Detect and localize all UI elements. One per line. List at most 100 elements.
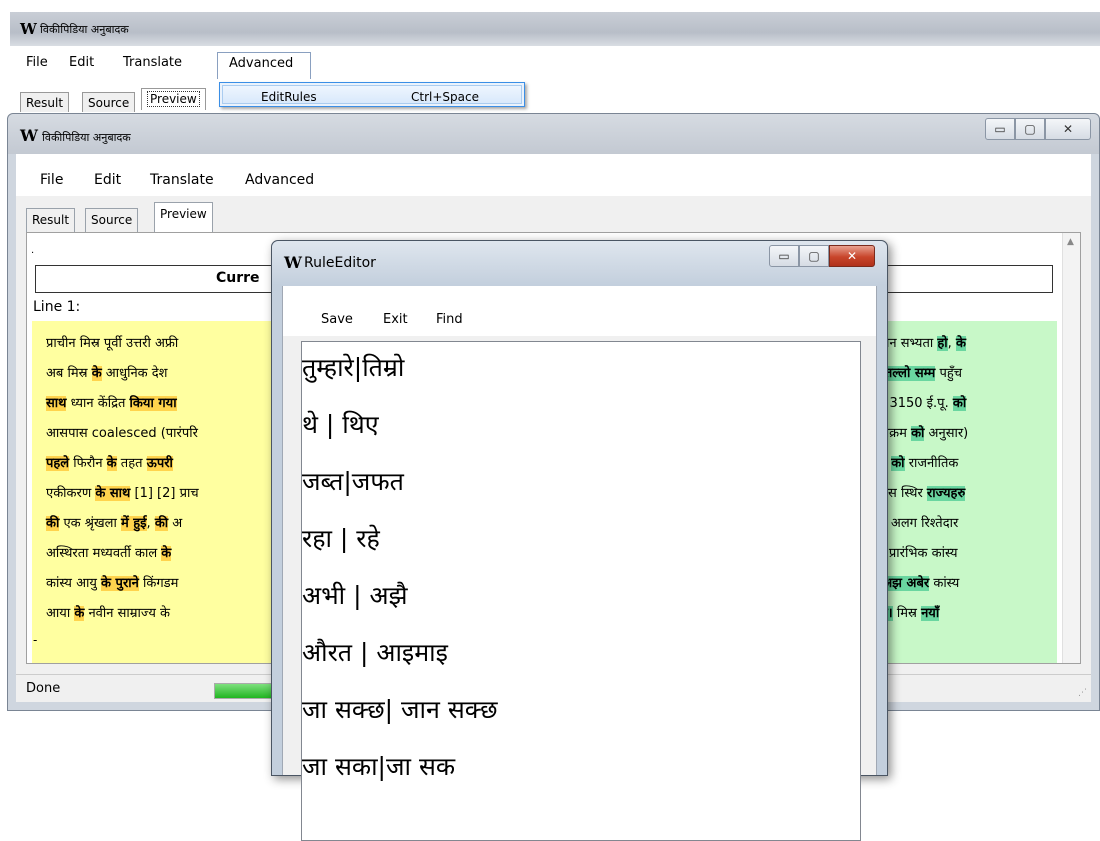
rule-line: रहा | रहे [302, 524, 380, 553]
text-line: साथ ध्यान केंद्रित किया गया [46, 393, 177, 411]
rule-line: जब्त|जफत [302, 467, 404, 496]
highlighted-word: के पुराने [101, 576, 139, 591]
scroll-up-icon[interactable]: ▲ [1067, 237, 1074, 247]
highlighted-word: किया गया [129, 396, 177, 411]
highlighted-word: के [161, 546, 172, 561]
caption-buttons: ▭ ▢ ✕ [769, 245, 875, 267]
text-fragment: अब मिस्र [46, 366, 92, 381]
close-icon[interactable]: ✕ [1045, 118, 1091, 140]
preview-dash: - [33, 633, 38, 647]
preview-dot: . [31, 245, 35, 256]
close-icon[interactable]: ✕ [829, 245, 875, 267]
highlighted-word: की [154, 516, 169, 531]
menu-advanced-open[interactable]: Advanced [217, 52, 311, 79]
highlighted-word: ऊपरी [146, 456, 173, 471]
status-text: Done [26, 681, 61, 696]
tab-source[interactable]: Source [82, 92, 136, 112]
rule-editor-window: W RuleEditor ▭ ▢ ✕ Save Exit Find तुम्हा… [271, 240, 888, 841]
window-title: RuleEditor [304, 255, 376, 271]
rules-textarea[interactable]: तुम्हारे|तिम्रो थे | थिए जब्त|जफत रहा | र… [301, 341, 861, 841]
highlighted-word: को [891, 456, 905, 471]
highlighted-word: में हुई [120, 516, 147, 531]
text-fragment: पहुँच [935, 366, 962, 381]
menu-edit[interactable]: Edit [94, 172, 121, 188]
text-line: अब मिस्र के आधुनिक देश [46, 363, 168, 381]
menu-item-label: EditRules [261, 90, 317, 104]
text-line: एकीकरण के साथ [1] [2] प्राच [46, 483, 199, 501]
minimize-icon[interactable]: ▭ [985, 118, 1015, 140]
text-fragment: अनुसार) [924, 426, 969, 441]
menu-save[interactable]: Save [321, 312, 353, 327]
maximize-icon[interactable]: ▢ [799, 245, 829, 267]
menu-advanced[interactable]: Advanced [245, 172, 314, 188]
highlighted-word: के [74, 606, 85, 621]
line-label: Line 1: [33, 299, 81, 315]
text-fragment: राजनीतिक [904, 456, 959, 471]
translated-text-panel: प्राचीन सभ्यता हो, के को तल्लो सम्म पहुँच… [867, 321, 1057, 663]
text-line: कांस्य आयु के पुराने किंगडम [46, 573, 178, 591]
window-title: विकीपिडिया अनुबादक [40, 23, 129, 36]
title-bar: W विकीपिडिया अनुबादक [10, 12, 1100, 46]
resize-grip-icon[interactable]: ⋰ [1078, 688, 1087, 698]
rule-line: अभी | अझै [302, 581, 408, 610]
tab-result[interactable]: Result [26, 208, 76, 232]
rule-line: तुम्हारे|तिम्रो [302, 353, 405, 382]
text-fragment: आया [46, 606, 75, 621]
rule-line: जा सका|जा सक [302, 752, 456, 781]
progress-fill [215, 684, 271, 698]
text-fragment: मिस्र [892, 606, 922, 621]
menu-find[interactable]: Find [436, 312, 463, 327]
tab-preview[interactable]: Preview [141, 88, 206, 110]
text-fragment: कांस्य [929, 576, 960, 591]
text-line: पहले फिरौन के तहत ऊपरी [46, 453, 173, 471]
source-text-panel: प्राचीन मिस्र पूर्वी उत्तरी अफ्री अब मिस्… [32, 321, 292, 663]
tab-source[interactable]: Source [85, 208, 139, 232]
rule-line: जा सक्छ| जान सक्छ [302, 695, 498, 724]
text-line: अस्थिरता मध्यवर्ती काल के [46, 543, 172, 561]
menu-item-editrules[interactable]: EditRules Ctrl+Space [222, 85, 522, 104]
menu-bar: File Edit Translate Advanced [10, 50, 550, 79]
app-logo-icon: W [20, 20, 37, 38]
minimize-icon[interactable]: ▭ [769, 245, 799, 267]
rule-editor-menu-bar: Save Exit Find [283, 286, 876, 336]
maximize-icon[interactable]: ▢ [1015, 118, 1045, 140]
highlighted-word: के साथ [95, 486, 131, 501]
caption-buttons: ▭ ▢ ✕ [985, 118, 1091, 140]
highlighted-word: के [91, 366, 102, 381]
highlighted-word: अझ अबेर [882, 576, 930, 591]
title-bar: W विकीपिडिया अनुबादक ▭ ▢ ✕ [8, 114, 1099, 154]
text-fragment: , [947, 336, 956, 351]
highlighted-word: को [952, 396, 967, 411]
tab-preview[interactable]: Preview [154, 202, 213, 232]
vertical-scrollbar[interactable]: ▲ [1062, 233, 1080, 663]
text-fragment: ध्यान केंद्रित [66, 396, 130, 411]
text-fragment: फिरौन [69, 456, 107, 471]
menu-translate[interactable]: Translate [123, 55, 182, 70]
advanced-dropdown-menu: EditRules Ctrl+Space [219, 82, 525, 107]
menu-translate[interactable]: Translate [150, 172, 214, 188]
tab-result[interactable]: Result [20, 92, 70, 112]
menu-item-shortcut: Ctrl+Space [411, 90, 479, 104]
background-window: W विकीपिडिया अनुबादक File Edit Translate… [10, 12, 1100, 112]
text-fragment: नवीन साम्राज्य के [84, 606, 170, 621]
title-bar: W RuleEditor ▭ ▢ ✕ [272, 241, 887, 285]
text-fragment: एक श्रृंखला [59, 516, 121, 531]
text-line: की एक श्रृंखला में हुई, की अ [46, 513, 182, 531]
menu-edit[interactable]: Edit [69, 55, 94, 70]
highlighted-word: राज्यहरु [926, 486, 966, 501]
text-line: प्राचीन मिस्र पूर्वी उत्तरी अफ्री [46, 333, 178, 351]
rule-editor-client: Save Exit Find तुम्हारे|तिम्रो थे | थिए ज… [282, 286, 877, 841]
text-fragment: कांस्य आयु [46, 576, 102, 591]
menu-bar: File Edit Translate Advanced [16, 154, 1091, 196]
progress-bar [214, 683, 278, 699]
text-fragment: तहत [116, 456, 147, 471]
highlighted-word: को [911, 426, 925, 441]
highlighted-word: की [46, 516, 60, 531]
text-fragment: अ [168, 516, 183, 531]
menu-file[interactable]: File [26, 55, 48, 70]
menu-exit[interactable]: Exit [383, 312, 408, 327]
text-fragment: आधुनिक देश [101, 366, 168, 381]
menu-file[interactable]: File [40, 172, 63, 188]
highlighted-word: के [955, 336, 966, 351]
app-logo-icon: W [20, 126, 38, 145]
